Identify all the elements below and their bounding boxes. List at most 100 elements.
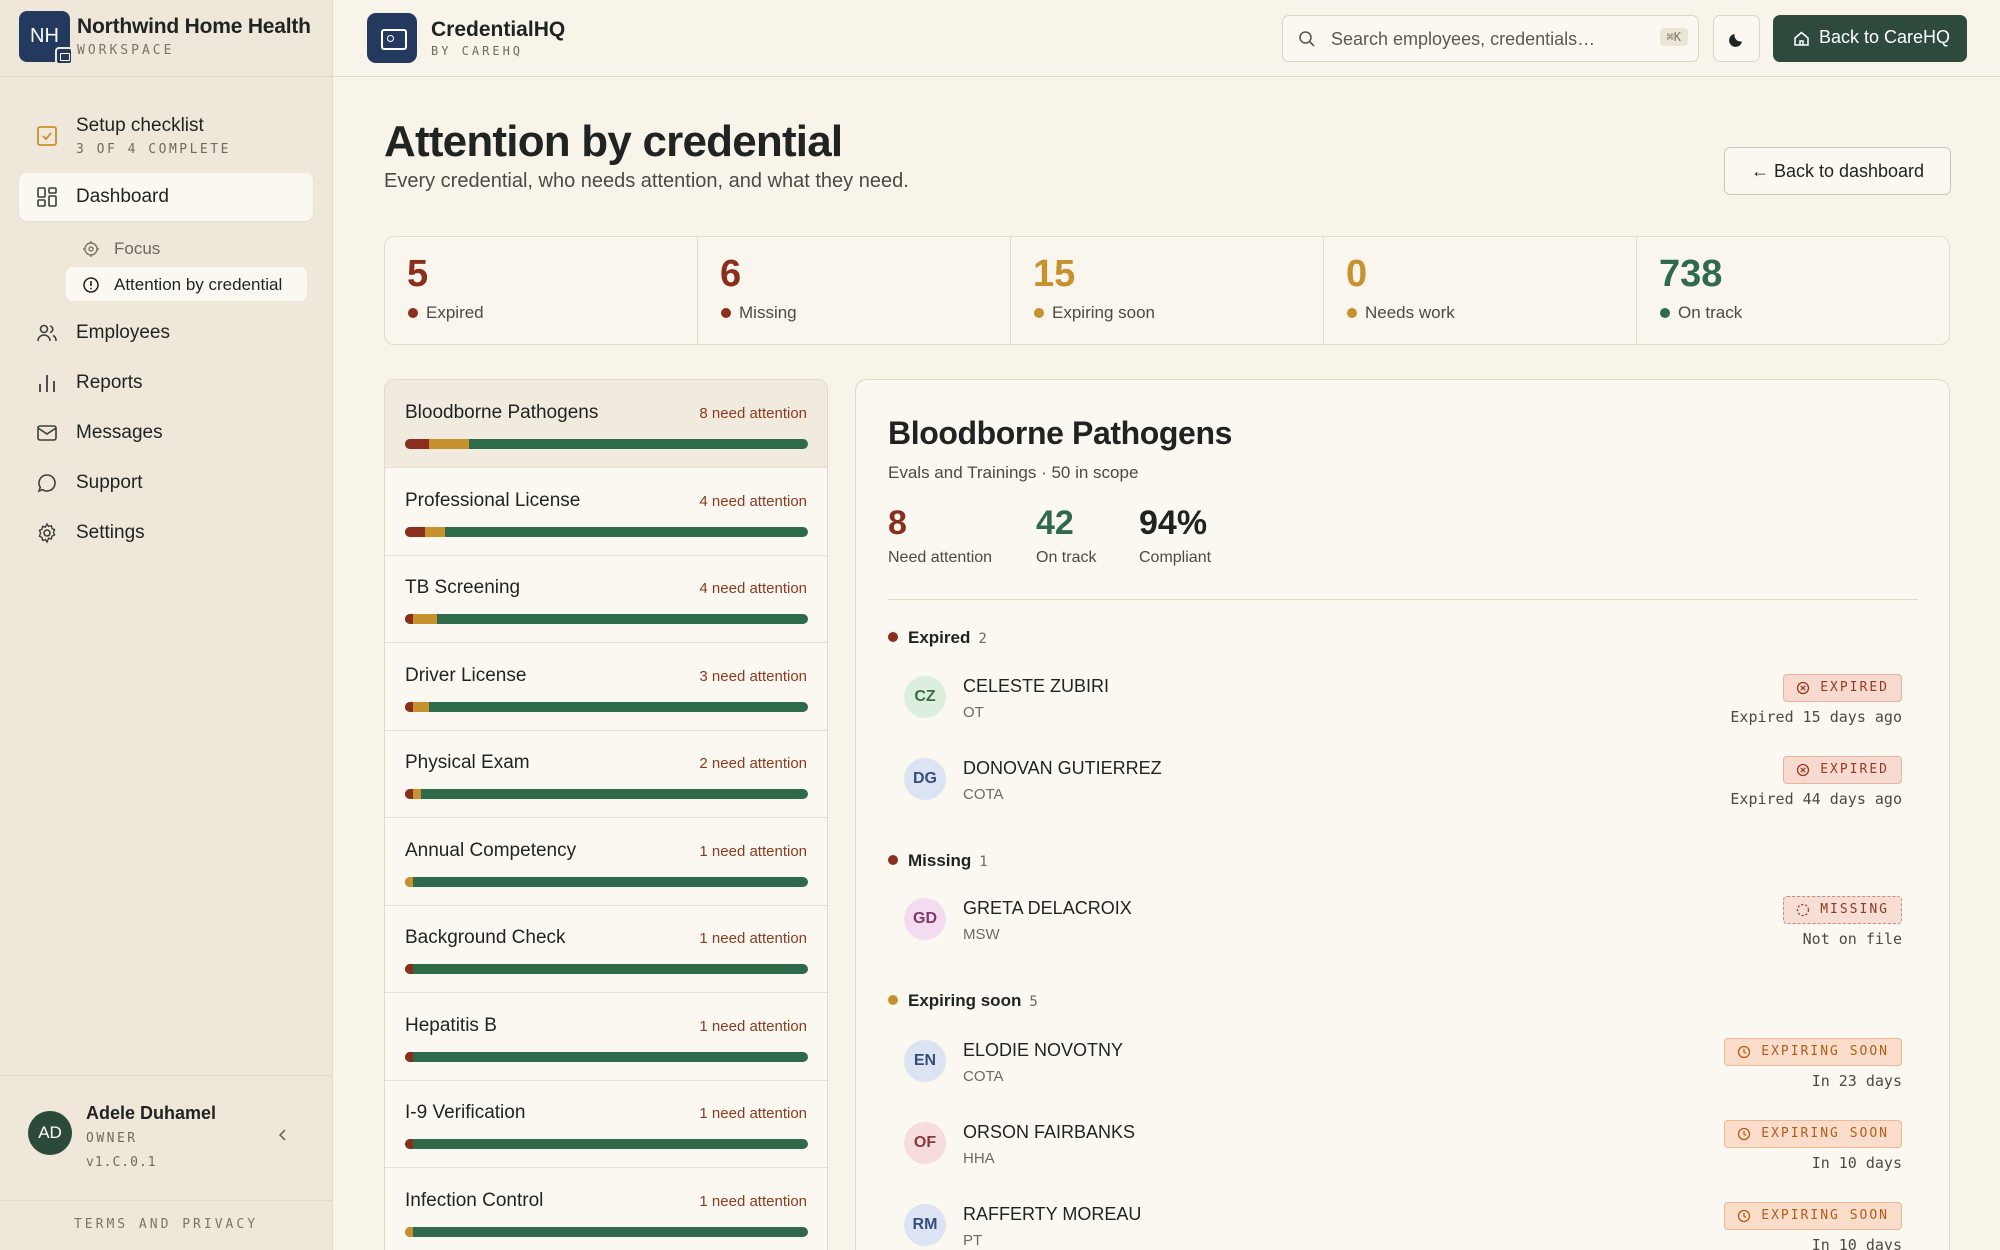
group-label: Missing [908,851,972,870]
search-icon [1299,31,1315,47]
status-detail: Expired 15 days ago [1730,708,1902,726]
status-detail: In 10 days [1811,1236,1902,1250]
credential-row[interactable]: Bloodborne Pathogens 8 need attention [385,380,827,468]
back-to-dashboard-button[interactable]: ← Back to dashboard [1724,147,1951,195]
back-to-carehq-button[interactable]: Back to CareHQ [1773,15,1967,62]
attention-count: 1 need attention [699,1105,807,1122]
subnav-item-attention-by-credential[interactable]: Attention by credential [66,267,307,301]
employee-row[interactable]: EN ELODIE NOVOTNY COTA EXPIRING SOON In … [888,1028,1918,1100]
credential-row[interactable]: Infection Control 1 need attention [385,1168,827,1250]
credential-name: Physical Exam [405,752,530,773]
attention-count: 4 need attention [699,580,807,597]
employee-row[interactable]: OF ORSON FAIRBANKS HHA EXPIRING SOON In … [888,1110,1918,1182]
credential-row[interactable]: I-9 Verification 1 need attention [385,1080,827,1168]
sidebar-item-label: Reports [76,372,143,393]
employee-role: COTA [963,1068,1004,1085]
group-label: Expired [908,628,971,647]
terms-link[interactable]: TERMS AND PRIVACY [0,1200,332,1250]
stat-expired[interactable]: 5 Expired [385,237,698,344]
credential-name: I-9 Verification [405,1102,526,1123]
sidebar-item-dashboard[interactable]: Dashboard [19,173,313,221]
bar-expiring-segment [405,876,414,887]
stat-needs-work[interactable]: 0 Needs work [1324,237,1637,344]
workspace-switcher[interactable]: NH Northwind Home Health WORKSPACE [0,0,332,77]
employee-name: DONOVAN GUTIERREZ [963,758,1162,778]
back-to-carehq-label: Back to CareHQ [1819,27,1951,47]
compliance-bar [405,701,808,712]
badge-label: EXPIRING SOON [1761,1126,1889,1141]
employee-row[interactable]: CZ CELESTE ZUBIRI OT EXPIRED Expired 15 … [888,664,1918,736]
credential-row[interactable]: Professional License 4 need attention [385,468,827,556]
mail-icon [37,425,57,441]
subnav-item-focus[interactable]: Focus [66,231,307,265]
sidebar-item-settings[interactable]: Settings [19,509,313,557]
shortcut-hint: ⌘K [1659,28,1688,46]
status-detail: Not on file [1802,930,1902,948]
clock-icon [1738,1209,1751,1223]
setup-checklist[interactable]: Setup checklist 3 OF 4 COMPLETE [19,108,313,164]
page-subtitle: Every credential, who needs attention, a… [384,170,909,192]
stat-on-track[interactable]: 738 On track [1637,237,1949,344]
chat-icon [37,474,56,493]
badge-label: MISSING [1820,902,1889,917]
compliance-bar [405,789,808,799]
credential-row[interactable]: TB Screening 4 need attention [385,555,827,643]
divider [888,599,1918,600]
credential-name: TB Screening [405,577,521,598]
metric-value: 8 [888,504,907,542]
credential-row[interactable]: Physical Exam 2 need attention [385,730,827,818]
credential-row[interactable]: Background Check 1 need attention [385,905,827,993]
user-profile[interactable]: AD Adele Duhamel OWNER v1.C.0.1 [0,1075,332,1200]
bar-expired-segment [405,701,414,712]
search-box[interactable]: ⌘K [1282,15,1699,62]
x-circle-icon [1797,763,1810,777]
employee-row[interactable]: DG DONOVAN GUTIERREZ COTA EXPIRED Expire… [888,746,1918,818]
sidebar-item-support[interactable]: Support [19,459,313,507]
sidebar-item-messages[interactable]: Messages [19,409,313,457]
attention-count: 3 need attention [699,667,807,685]
detail-subtitle: Evals and Trainings · 50 in scope [888,463,1139,482]
status-badge: MISSING [1783,896,1902,924]
subnav-label: Focus [114,239,161,258]
credential-row[interactable]: Annual Competency 1 need attention [385,818,827,906]
stat-missing[interactable]: 6 Missing [698,237,1011,344]
group-count: 2 [978,631,987,647]
credential-name: Background Check [405,927,566,948]
chevron-left-icon[interactable] [275,1127,291,1143]
credential-row[interactable]: Driver License 3 need attention [385,643,827,731]
avatar: EN [904,1040,946,1082]
employee-row[interactable]: GD GRETA DELACROIX MSW MISSING Not on fi… [888,886,1918,958]
group-header: Missing 1 [888,851,988,871]
theme-toggle-button[interactable] [1713,15,1760,62]
metric-value: 94% [1139,504,1208,542]
group-count: 1 [979,854,988,870]
dashed-circle-icon [1797,903,1810,917]
credential-name: Driver License [405,664,527,686]
topbar: CredentialHQ BY CAREHQ ⌘K Back to CareHQ [333,0,2000,77]
status-dot [888,632,898,642]
stat-label: Expired [426,303,484,322]
stat-expiring-soon[interactable]: 15 Expiring soon [1011,237,1324,344]
employee-name: ORSON FAIRBANKS [963,1122,1136,1142]
status-badge: EXPIRING SOON [1724,1038,1902,1066]
sidebar-item-employees[interactable]: Employees [19,309,313,357]
group-header: Expiring soon 5 [888,991,1038,1011]
alert-circle-icon [83,277,99,293]
user-name: Adele Duhamel [86,1103,217,1123]
id-card-icon [367,13,417,63]
metric-label: Need attention [888,549,993,566]
search-input[interactable] [1331,26,1631,52]
page-title: Attention by credential [384,117,843,166]
gear-icon [38,522,56,544]
employee-name: GRETA DELACROIX [963,898,1132,918]
sidebar-item-reports[interactable]: Reports [19,359,313,407]
employee-name: CELESTE ZUBIRI [963,676,1110,696]
sidebar-item-label: Settings [76,522,145,543]
bar-chart-icon [39,375,55,392]
credential-row[interactable]: Hepatitis B 1 need attention [385,993,827,1081]
bar-expired-segment [405,526,426,537]
employee-row[interactable]: RM RAFFERTY MOREAU PT EXPIRING SOON In 1… [888,1192,1918,1250]
attention-count: 1 need attention [699,1017,807,1035]
attention-count: 1 need attention [699,842,807,860]
clock-icon [1738,1127,1751,1141]
